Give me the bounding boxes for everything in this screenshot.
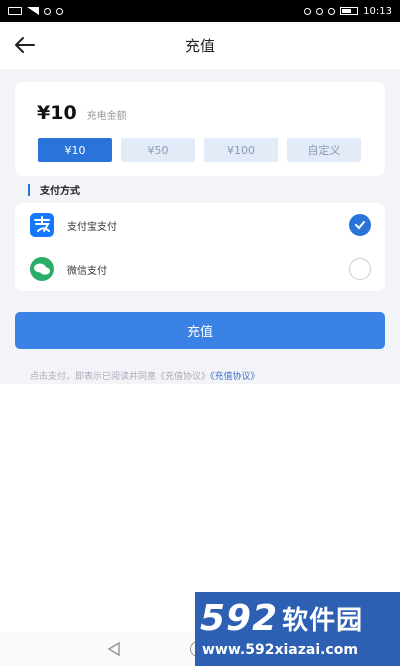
back-button[interactable] [14, 34, 36, 56]
amount-option-100[interactable]: ¥100 [204, 138, 278, 162]
arrow-left-icon [15, 37, 35, 53]
amount-option-50[interactable]: ¥50 [121, 138, 195, 162]
vibrate-icon [304, 7, 312, 15]
agreement-prefix: 点击支付，即表示已阅读并同意《充值协议》 [30, 372, 211, 382]
nav-bar: 充值 [0, 22, 400, 69]
check-icon [355, 221, 365, 230]
payment-section-title: 支付方式 [28, 182, 80, 197]
alarm-icon [316, 7, 324, 15]
status-time: 10:13 [363, 5, 392, 17]
payment-card: 支付宝支付 微信支付 [15, 203, 385, 291]
alipay-radio[interactable] [349, 214, 371, 236]
payment-option-alipay[interactable]: 支付宝支付 [15, 203, 385, 247]
battery-icon [340, 7, 359, 15]
watermark-brand-cn: 软件园 [282, 606, 364, 636]
signal-icon [27, 7, 39, 15]
status-right: 10:13 [304, 6, 392, 17]
watermark: 592 软件园 www.592xiazai.com [195, 592, 400, 666]
amount-option-10[interactable]: ¥10 [38, 138, 112, 162]
cloud-icon [56, 7, 63, 15]
status-left [8, 7, 63, 15]
amount-card: ¥10 充电金额 ¥10 ¥50 ¥100 自定义 [15, 82, 385, 176]
system-back-icon[interactable] [106, 641, 122, 657]
watermark-brand: 592 软件园 [200, 598, 363, 639]
notification-icon [8, 7, 22, 15]
agreement-link[interactable]: 《充值协议》 [210, 372, 260, 382]
wechat-label: 微信支付 [67, 265, 107, 277]
amount-option-custom[interactable]: 自定义 [287, 138, 361, 162]
status-bar: 10:13 [0, 0, 400, 22]
alipay-label: 支付宝支付 [67, 221, 117, 233]
watermark-number: 592 [200, 598, 279, 639]
wechat-radio[interactable] [349, 258, 371, 280]
agreement-text: 点击支付，即表示已阅读并同意《充值协议》《充值协议》 [30, 369, 260, 382]
amount-row: ¥10 充电金额 [37, 102, 127, 124]
amount-value: ¥10 [37, 102, 77, 124]
alipay-icon [29, 212, 55, 238]
payment-option-wechat[interactable]: 微信支付 [15, 247, 385, 291]
recharge-button[interactable]: 充值 [15, 312, 385, 349]
section-label: 支付方式 [40, 186, 80, 197]
watermark-url: www.592xiazai.com [202, 642, 358, 658]
page-title: 充值 [184, 37, 215, 55]
section-marker [28, 183, 30, 196]
wechat-icon [29, 256, 55, 282]
wifi-icon [44, 7, 51, 15]
amount-options: ¥10 ¥50 ¥100 自定义 [38, 138, 361, 162]
amount-label: 充电金额 [86, 111, 127, 122]
location-icon [328, 7, 336, 15]
